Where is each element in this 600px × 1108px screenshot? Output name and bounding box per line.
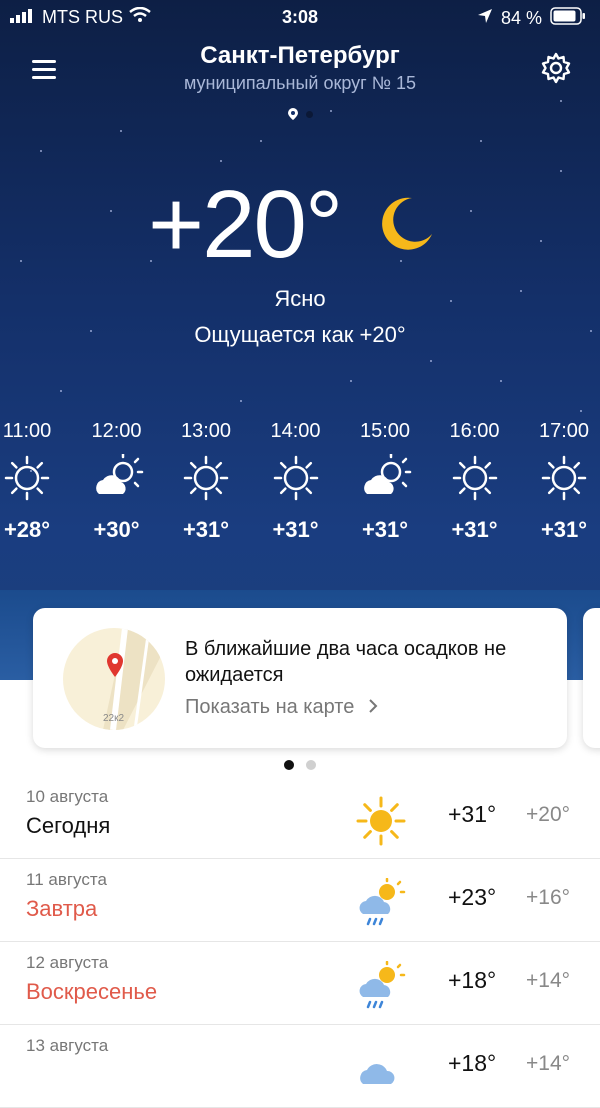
daily-row[interactable]: 10 августа Сегодня +31° +20° [0,775,600,859]
chevron-right-icon [368,696,378,718]
hour-temp: +30° [93,517,140,542]
location-pager[interactable] [0,108,600,120]
card-pager[interactable] [0,760,600,770]
day-date: 13 августа [26,1036,109,1055]
star [220,160,222,162]
star [540,240,542,242]
star [580,410,582,412]
battery-icon [550,7,586,30]
moon-icon [372,192,436,261]
hour-temp: +31° [272,517,319,542]
star [120,130,122,132]
hour-temp: +31° [361,517,409,542]
hourly-item: 12:00 +30° [72,420,162,543]
gear-icon [541,52,571,84]
star [480,140,482,142]
day-low: +14° [526,1052,571,1075]
star [110,210,112,212]
star [430,360,432,362]
sun-icon [251,443,341,513]
hour-temp: +31° [540,517,588,542]
cloud-icon [355,1044,407,1096]
star [260,140,262,142]
rain-sun-icon [355,877,407,930]
day-name: Воскресенье [26,979,158,1004]
hour-time: 11:00 [2,420,52,442]
pager-dot [306,760,316,770]
status-bar: MTS RUS 3:08 84 % [0,0,600,36]
sun-icon [430,443,520,513]
day-date: 10 августа [26,787,109,806]
hour-temp: +31° [451,517,498,542]
star [20,260,22,262]
nowcast-message: В ближайшие два часа осадков не ожидаетс… [185,638,507,686]
hourly-item: 14:00 +31° [251,420,341,543]
hour-time: 17:00 [538,420,590,442]
hour-time: 14:00 [270,420,321,442]
hour-time: 16:00 [449,420,500,442]
hourly-item: 17:00 +31° [519,420,600,543]
hour-temp: +28° [3,517,51,542]
star [470,210,472,212]
battery-percent: 84 % [500,8,542,28]
daily-row[interactable]: 12 августа Воскресенье +18° +14° [0,941,600,1025]
day-name: Завтра [26,896,98,921]
show-on-map-link[interactable]: Показать на карте [185,696,378,719]
star [60,390,62,392]
hour-time: 15:00 [359,420,411,442]
map-label: 22к2 [103,713,125,724]
day-high: +23° [448,884,497,910]
partly-cloudy-icon [72,443,162,513]
day-low: +16° [526,886,571,909]
hourly-item: 15:00 +31° [340,420,430,543]
city-title[interactable]: Санкт-Петербург [0,42,600,70]
day-low: +14° [526,969,571,992]
hour-temp: +31° [182,517,230,542]
feels-like-label: Ощущается как +20° [194,322,406,347]
star [40,150,42,152]
pager-dot [305,110,313,118]
day-name: Сегодня [26,813,111,838]
district-subtitle: муниципальный округ № 15 [183,73,417,93]
weather-hero: MTS RUS 3:08 84 % Санкт-Петербург муници… [0,0,600,680]
hourly-forecast[interactable]: 11:00 +28° 12:00 +30° 13:00 +31° 14:00 +31°… [0,420,600,600]
star [500,380,502,382]
star [240,400,242,402]
hourly-item: 13:00 +31° [161,420,251,543]
settings-button[interactable] [538,50,574,86]
star [350,380,352,382]
nowcast-card[interactable]: 22к2 В ближайшие два часа осадков не ожи… [33,608,567,748]
hour-time: 12:00 [91,420,142,442]
nowcast-map[interactable]: 22к2 [63,628,165,730]
hourly-item: 11:00 +28° [0,420,72,543]
daily-row[interactable]: 11 августа Завтра +23° +16° [0,858,600,942]
daily-row[interactable]: 13 августа +18° +14° [0,1024,600,1108]
partly-cloudy-icon [340,443,430,513]
next-card-peek[interactable] [583,608,600,748]
day-date: 12 августа [26,953,109,972]
day-date: 11 августа [26,870,107,889]
location-arrow-icon [477,8,493,29]
day-high: +18° [448,967,497,993]
location-pin-icon [287,108,298,120]
day-high: +31° [448,801,497,827]
day-low: +20° [526,803,571,826]
star [560,170,562,172]
map-pin-icon [107,653,123,677]
sun-icon [161,443,251,513]
hour-time: 13:00 [180,420,232,442]
condition-label: Ясно [274,286,326,311]
rain-sun-icon [355,960,407,1013]
show-on-map-label: Показать на карте [185,696,355,718]
sun-icon [0,443,72,513]
pager-dot-active [284,760,294,770]
hourly-item: 16:00 +31° [430,420,520,543]
day-high: +18° [448,1050,497,1076]
sun-icon [519,443,600,513]
current-temperature: +20° [148,171,343,278]
sun-icon [355,795,407,847]
